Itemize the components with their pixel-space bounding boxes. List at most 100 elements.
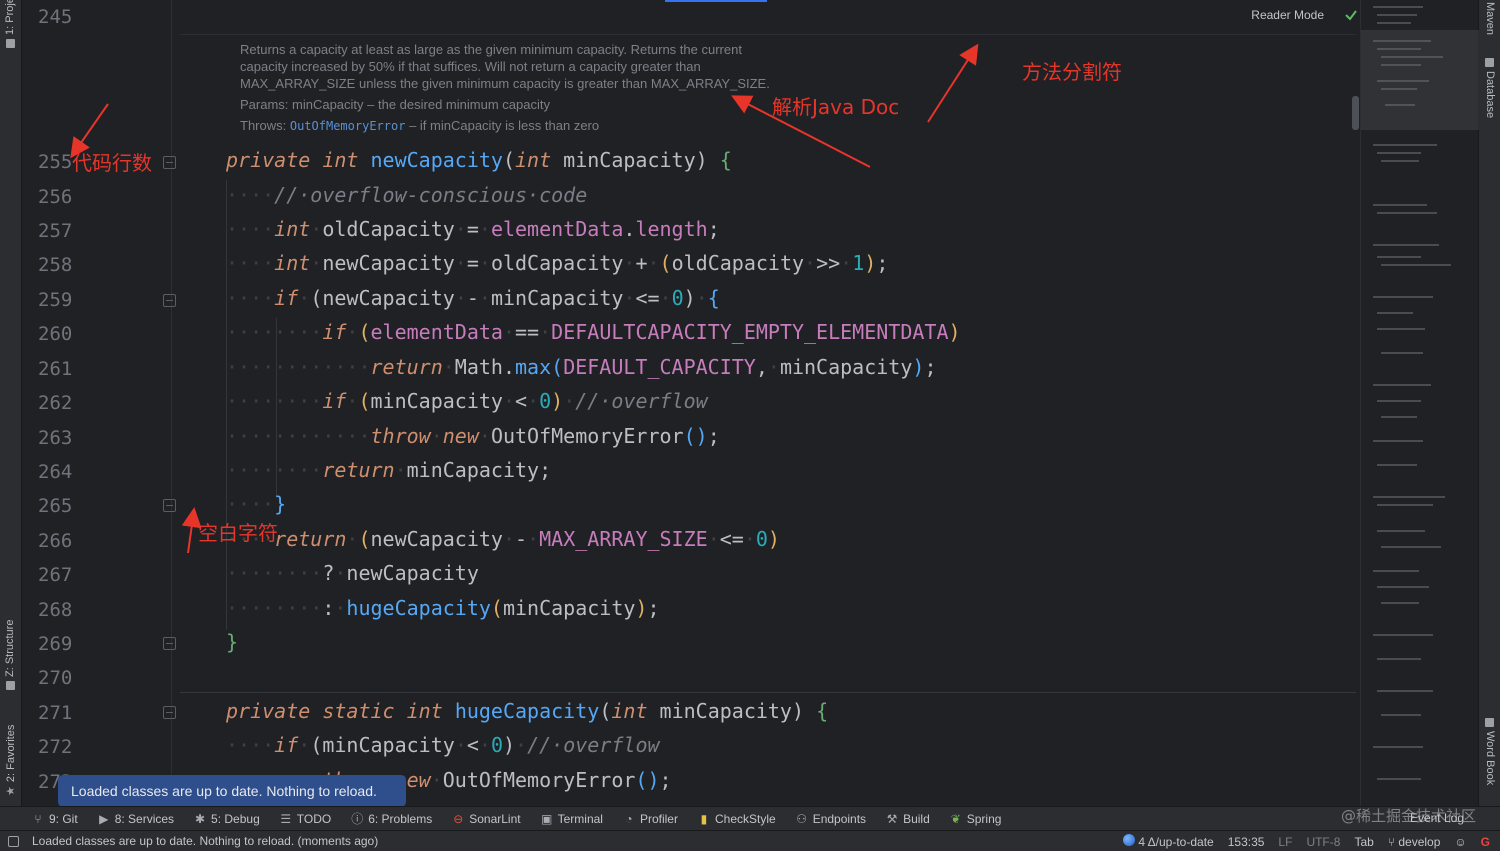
word-book-tab[interactable]: Word Book: [1484, 718, 1496, 785]
code-line[interactable]: private int newCapacity(int minCapacity)…: [226, 148, 732, 172]
code-line[interactable]: ············return·Math.max(DEFAULT_CAPA…: [226, 355, 936, 379]
line-number: 266: [38, 530, 73, 552]
code-line[interactable]: ····if·(minCapacity·<·0)·//·overflow: [226, 733, 660, 757]
problems-tool-button[interactable]: ⓘ 6: Problems: [351, 810, 432, 827]
active-tab-indicator: [665, 0, 767, 2]
line-separator[interactable]: LF: [1278, 835, 1292, 849]
fold-marker[interactable]: [163, 706, 176, 719]
code-line[interactable]: ········return·minCapacity;: [226, 458, 551, 482]
code-line[interactable]: ········if·(minCapacity·<·0)·//·overflow: [226, 389, 708, 413]
line-number: 263: [38, 427, 73, 449]
list-icon: ☰: [280, 811, 292, 826]
code-line[interactable]: }: [226, 630, 238, 654]
vertical-scrollbar-thumb[interactable]: [1352, 96, 1359, 130]
database-icon: [1485, 58, 1495, 67]
code-line[interactable]: ····if·(newCapacity·-·minCapacity·<=·0)·…: [226, 286, 720, 310]
folder-icon: [5, 39, 15, 48]
exception-link[interactable]: OutOfMemoryError: [290, 119, 406, 133]
code-line[interactable]: ····return·(newCapacity·-·MAX_ARRAY_SIZE…: [226, 527, 780, 551]
git-tool-button[interactable]: ⑂ 9: Git: [32, 811, 77, 826]
line-number: 261: [38, 358, 73, 380]
favorites-tab[interactable]: ★ 2: Favorites: [4, 725, 18, 796]
terminal-tool-button[interactable]: ▣ Terminal: [541, 812, 603, 826]
play-icon: ▶: [99, 811, 109, 826]
star-icon: ★: [5, 786, 17, 796]
line-number: 257: [38, 220, 73, 242]
checkstyle-tool-button[interactable]: ▮ CheckStyle: [698, 812, 776, 826]
fold-marker[interactable]: [163, 637, 176, 650]
profiler-tool-button[interactable]: ◔ Profiler: [623, 812, 678, 826]
line-number: 268: [38, 599, 73, 621]
caret-position[interactable]: 153:35: [1228, 835, 1265, 849]
fold-marker[interactable]: [163, 499, 176, 512]
code-line[interactable]: ····int·oldCapacity·=·elementData.length…: [226, 217, 720, 241]
checkstyle-icon: ▮: [700, 811, 708, 826]
endpoints-tool-button[interactable]: ⚇ Endpoints: [796, 812, 866, 826]
structure-icon: [5, 681, 15, 690]
gauge-icon: ◔: [625, 811, 633, 826]
debug-tool-button[interactable]: ✱ 5: Debug: [194, 812, 260, 826]
fold-marker[interactable]: [163, 294, 176, 307]
maven-tab[interactable]: Maven: [1484, 2, 1496, 35]
globe-icon: [1122, 834, 1135, 846]
line-number: 264: [38, 461, 73, 483]
endpoints-icon: ⚇: [796, 811, 808, 826]
line-number: 259: [38, 289, 73, 311]
code-line[interactable]: ····}: [226, 492, 286, 516]
line-number: 245: [38, 6, 73, 28]
annotation-whitespace: 空白字符: [198, 521, 278, 545]
bug-icon: ✱: [195, 811, 206, 826]
code-minimap[interactable]: [1360, 0, 1479, 806]
google-icon[interactable]: G: [1481, 835, 1490, 849]
reload-tooltip: Loaded classes are up to date. Nothing t…: [58, 775, 406, 807]
info-icon: ⓘ: [351, 812, 364, 826]
annotation-javadoc: 解析Java Doc: [772, 95, 900, 119]
sonarlint-icon: ⊖: [453, 811, 464, 826]
code-line[interactable]: ····//·overflow-conscious·code: [226, 183, 587, 207]
check-icon[interactable]: [1344, 8, 1358, 22]
line-number: 271: [38, 702, 73, 724]
branch-icon: ⑂: [1387, 834, 1395, 849]
status-message[interactable]: Loaded classes are up to date. Nothing t…: [32, 834, 378, 848]
services-tool-button[interactable]: ▶ 8: Services: [98, 812, 174, 826]
line-number: 262: [38, 392, 73, 414]
reader-mode-button[interactable]: Reader Mode: [1251, 8, 1324, 22]
code-line[interactable]: ············throw·new·OutOfMemoryError()…: [226, 424, 720, 448]
code-line[interactable]: ········?·newCapacity: [226, 561, 479, 585]
vcs-status[interactable]: 4 Δ/up-to-date: [1122, 834, 1214, 849]
javadoc-line: MAX_ARRAY_SIZE unless the given minimum …: [240, 76, 770, 91]
watermark: @稀土掘金技术社区: [1340, 807, 1476, 825]
javadoc-params: Params: minCapacity – the desired minimu…: [240, 97, 550, 112]
structure-tab[interactable]: Z: Structure: [4, 620, 16, 690]
line-number: 269: [38, 633, 73, 655]
project-tab[interactable]: 1: Project: [4, 0, 16, 48]
code-line[interactable]: private static int hugeCapacity(int minC…: [226, 699, 828, 723]
spring-tool-button[interactable]: ❦ Spring: [950, 812, 1002, 826]
code-line[interactable]: ····int·newCapacity·=·oldCapacity·+·(old…: [226, 251, 888, 275]
line-number: 258: [38, 254, 73, 276]
line-number: 256: [38, 186, 73, 208]
javadoc-line: Returns a capacity at least as large as …: [240, 42, 742, 57]
sonarlint-tool-button[interactable]: ⊖ SonarLint: [452, 812, 520, 826]
inspector-icon[interactable]: ☺: [1454, 835, 1466, 849]
database-tab[interactable]: Database: [1484, 58, 1496, 118]
tool-window-bar: ⑂ 9: Git ▶ 8: Services ✱ 5: Debug ☰ TODO ⓘ 6:…: [0, 806, 1500, 830]
annotation-method-separator: 方法分割符: [1022, 60, 1122, 84]
indent-setting[interactable]: Tab: [1354, 835, 1373, 849]
leaf-icon: ❦: [950, 811, 961, 826]
branch-icon: ⑂: [34, 811, 42, 826]
code-line[interactable]: ········if·(elementData·==·DEFAULTCAPACI…: [226, 320, 961, 344]
javadoc-throws: Throws: OutOfMemoryError – if minCapacit…: [240, 118, 600, 133]
line-number: 270: [38, 667, 73, 689]
status-bar: Loaded classes are up to date. Nothing t…: [0, 830, 1500, 851]
build-tool-button[interactable]: ⚒ Build: [886, 812, 930, 826]
line-number: 267: [38, 564, 73, 586]
left-tool-strip: 1: Project Z: Structure ★ 2: Favorites: [0, 0, 22, 806]
line-number: 272: [38, 736, 73, 758]
fold-marker[interactable]: [163, 156, 176, 169]
toggle-tool-windows-icon[interactable]: [8, 836, 19, 847]
file-encoding[interactable]: UTF-8: [1306, 835, 1340, 849]
git-branch[interactable]: ⑂ develop: [1388, 835, 1441, 849]
code-line[interactable]: ········:·hugeCapacity(minCapacity);: [226, 596, 660, 620]
todo-tool-button[interactable]: ☰ TODO: [280, 812, 331, 826]
